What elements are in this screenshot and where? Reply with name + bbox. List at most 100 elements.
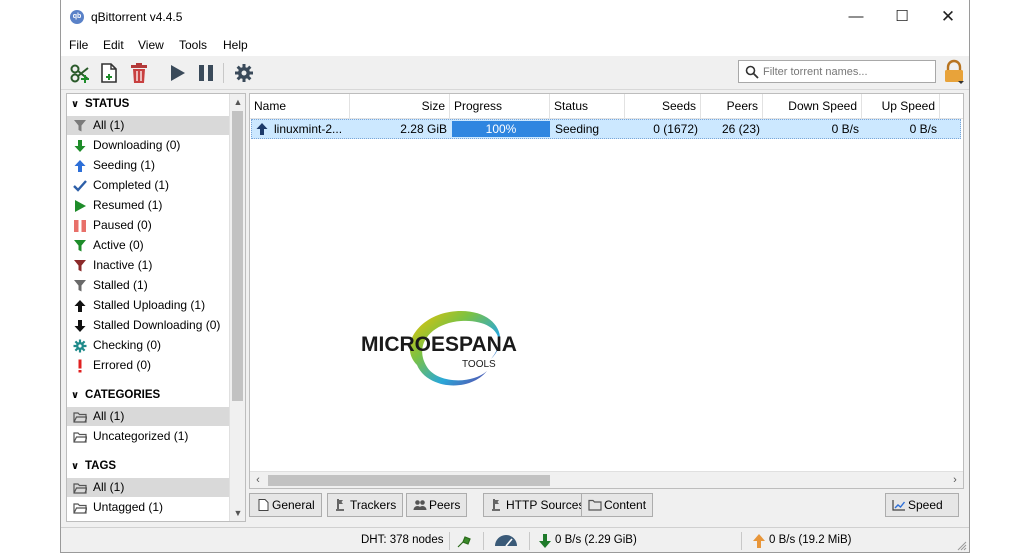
menu-file[interactable]: File — [69, 38, 88, 52]
delete-icon[interactable] — [127, 61, 151, 85]
status-bar: DHT: 378 nodes 0 B/s (2.29 GiB) 0 B/s (1… — [61, 527, 969, 552]
status-filter-completed[interactable]: Completed (1) — [67, 176, 230, 195]
column-header-down-speed[interactable]: Down Speed — [763, 94, 862, 118]
status-filter-all[interactable]: All (1) — [67, 116, 230, 135]
statusbar-separator — [741, 532, 742, 550]
table-row[interactable]: linuxmint-2... 2.28 GiB 100% Seeding 0 (… — [251, 119, 961, 139]
status-filter-stalled[interactable]: Stalled (1) — [67, 276, 230, 295]
menu-edit[interactable]: Edit — [103, 38, 124, 52]
category-filter-uncategorized[interactable]: Uncategorized (1) — [67, 427, 230, 446]
status-section-header[interactable]: ∨ STATUS — [71, 98, 129, 110]
properties-tab-bar: General Trackers Peers HTTP Sources Cont… — [249, 493, 964, 519]
menu-bar: File Edit View Tools Help — [61, 34, 969, 56]
toolbar — [61, 56, 969, 90]
pause-icon[interactable] — [194, 61, 218, 85]
speed-button[interactable]: Speed — [885, 493, 959, 517]
column-header-size[interactable]: Size — [350, 94, 450, 118]
column-header-seeds[interactable]: Seeds — [625, 94, 701, 118]
window-title: qBittorrent v4.4.5 — [91, 10, 183, 24]
search-box[interactable] — [738, 60, 936, 83]
status-filter-resumed[interactable]: Resumed (1) — [67, 196, 230, 215]
sidebar-scroll-thumb[interactable] — [232, 111, 243, 401]
chevron-down-icon: ∨ — [71, 99, 80, 110]
filter-icon — [74, 120, 86, 132]
column-header-status[interactable]: Status — [550, 94, 625, 118]
menu-tools[interactable]: Tools — [179, 38, 207, 52]
status-filter-stalled-downloading[interactable]: Stalled Downloading (0) — [67, 316, 230, 335]
minimize-button[interactable]: — — [833, 2, 879, 32]
resume-icon[interactable] — [165, 61, 189, 85]
microespana-watermark-logo: MICROESPANA TOOLS — [361, 311, 517, 386]
peers-icon — [413, 500, 427, 510]
add-file-icon[interactable] — [97, 61, 121, 85]
qbittorrent-window: qb qBittorrent v4.4.5 — ☐ ✕ File Edit Vi… — [60, 0, 970, 553]
scroll-up-arrow-icon[interactable]: ▲ — [230, 94, 245, 110]
tag-filter-all[interactable]: All (1) — [67, 478, 230, 497]
lock-icon[interactable] — [942, 59, 966, 85]
scroll-left-arrow-icon[interactable]: ‹ — [250, 472, 266, 488]
categories-section-header[interactable]: ∨ CATEGORIES — [71, 389, 160, 401]
document-icon — [258, 499, 269, 511]
upload-arrow-icon — [753, 534, 765, 548]
tab-http-sources[interactable]: HTTP Sources — [483, 493, 592, 517]
status-filter-stalled-uploading[interactable]: Stalled Uploading (1) — [67, 296, 230, 315]
status-filter-errored[interactable]: Errored (0) — [67, 356, 230, 375]
status-filter-inactive[interactable]: Inactive (1) — [67, 256, 230, 275]
filter-icon — [74, 280, 86, 292]
search-icon — [745, 65, 759, 79]
options-gear-icon[interactable] — [232, 61, 256, 85]
arrow-up-icon — [74, 160, 86, 172]
cell-size: 2.28 GiB — [400, 122, 447, 136]
horizontal-scroll-thumb[interactable] — [268, 475, 550, 486]
category-filter-all[interactable]: All (1) — [67, 407, 230, 426]
chevron-down-icon: ∨ — [71, 461, 80, 472]
speed-limit-icon[interactable] — [493, 533, 519, 549]
tab-peers[interactable]: Peers — [406, 493, 468, 517]
column-header-progress[interactable]: Progress — [450, 94, 550, 118]
tab-general[interactable]: General — [249, 493, 322, 517]
download-speed: 0 B/s (2.29 GiB) — [555, 534, 637, 546]
tag-filter-untagged[interactable]: Untagged (1) — [67, 498, 230, 517]
upload-speed: 0 B/s (19.2 MiB) — [769, 534, 852, 546]
tags-section-header[interactable]: ∨ TAGS — [71, 460, 116, 472]
connection-status-icon[interactable] — [456, 533, 472, 549]
folder-icon — [73, 503, 87, 514]
toolbar-separator — [223, 63, 224, 83]
menu-help[interactable]: Help — [223, 38, 248, 52]
folder-icon — [73, 412, 87, 423]
torrent-table: Name Size Progress Status Seeds Peers Do… — [249, 93, 964, 489]
filter-sidebar: ∨ STATUS All (1) Downloading (0) Seeding … — [66, 93, 246, 522]
status-filter-downloading[interactable]: Downloading (0) — [67, 136, 230, 155]
table-horizontal-scrollbar[interactable]: ‹ › — [250, 471, 963, 488]
resize-grip-icon[interactable] — [957, 541, 967, 551]
add-link-icon[interactable] — [68, 61, 92, 85]
maximize-button[interactable]: ☐ — [879, 2, 925, 32]
pause-icon — [74, 220, 86, 232]
status-filter-active[interactable]: Active (0) — [67, 236, 230, 255]
seeding-arrow-up-icon — [256, 123, 268, 135]
server-icon — [492, 499, 500, 511]
scroll-down-arrow-icon[interactable]: ▼ — [230, 505, 245, 521]
folder-icon — [73, 432, 87, 443]
tab-trackers[interactable]: Trackers — [327, 493, 404, 517]
status-filter-checking[interactable]: Checking (0) — [67, 336, 230, 355]
error-icon — [78, 359, 82, 373]
tracker-icon — [336, 499, 344, 511]
sidebar-scrollbar[interactable]: ▲ ▼ — [229, 94, 245, 521]
status-filter-seeding[interactable]: Seeding (1) — [67, 156, 230, 175]
search-input[interactable] — [763, 64, 933, 80]
column-header-name[interactable]: Name — [250, 94, 350, 118]
menu-view[interactable]: View — [138, 38, 164, 52]
title-bar[interactable]: qb qBittorrent v4.4.5 — ☐ ✕ — [61, 0, 969, 34]
status-filter-paused[interactable]: Paused (0) — [67, 216, 230, 235]
column-header-peers[interactable]: Peers — [701, 94, 763, 118]
scroll-right-arrow-icon[interactable]: › — [947, 472, 963, 488]
speed-graph-icon — [892, 500, 906, 511]
column-header-up-speed[interactable]: Up Speed — [862, 94, 940, 118]
cell-seeds: 0 (1672) — [653, 122, 698, 136]
gear-icon — [73, 339, 87, 353]
close-button[interactable]: ✕ — [925, 2, 969, 32]
dht-nodes: DHT: 378 nodes — [361, 534, 444, 546]
cell-progress-bar: 100% — [452, 121, 550, 137]
tab-content[interactable]: Content — [581, 493, 654, 517]
